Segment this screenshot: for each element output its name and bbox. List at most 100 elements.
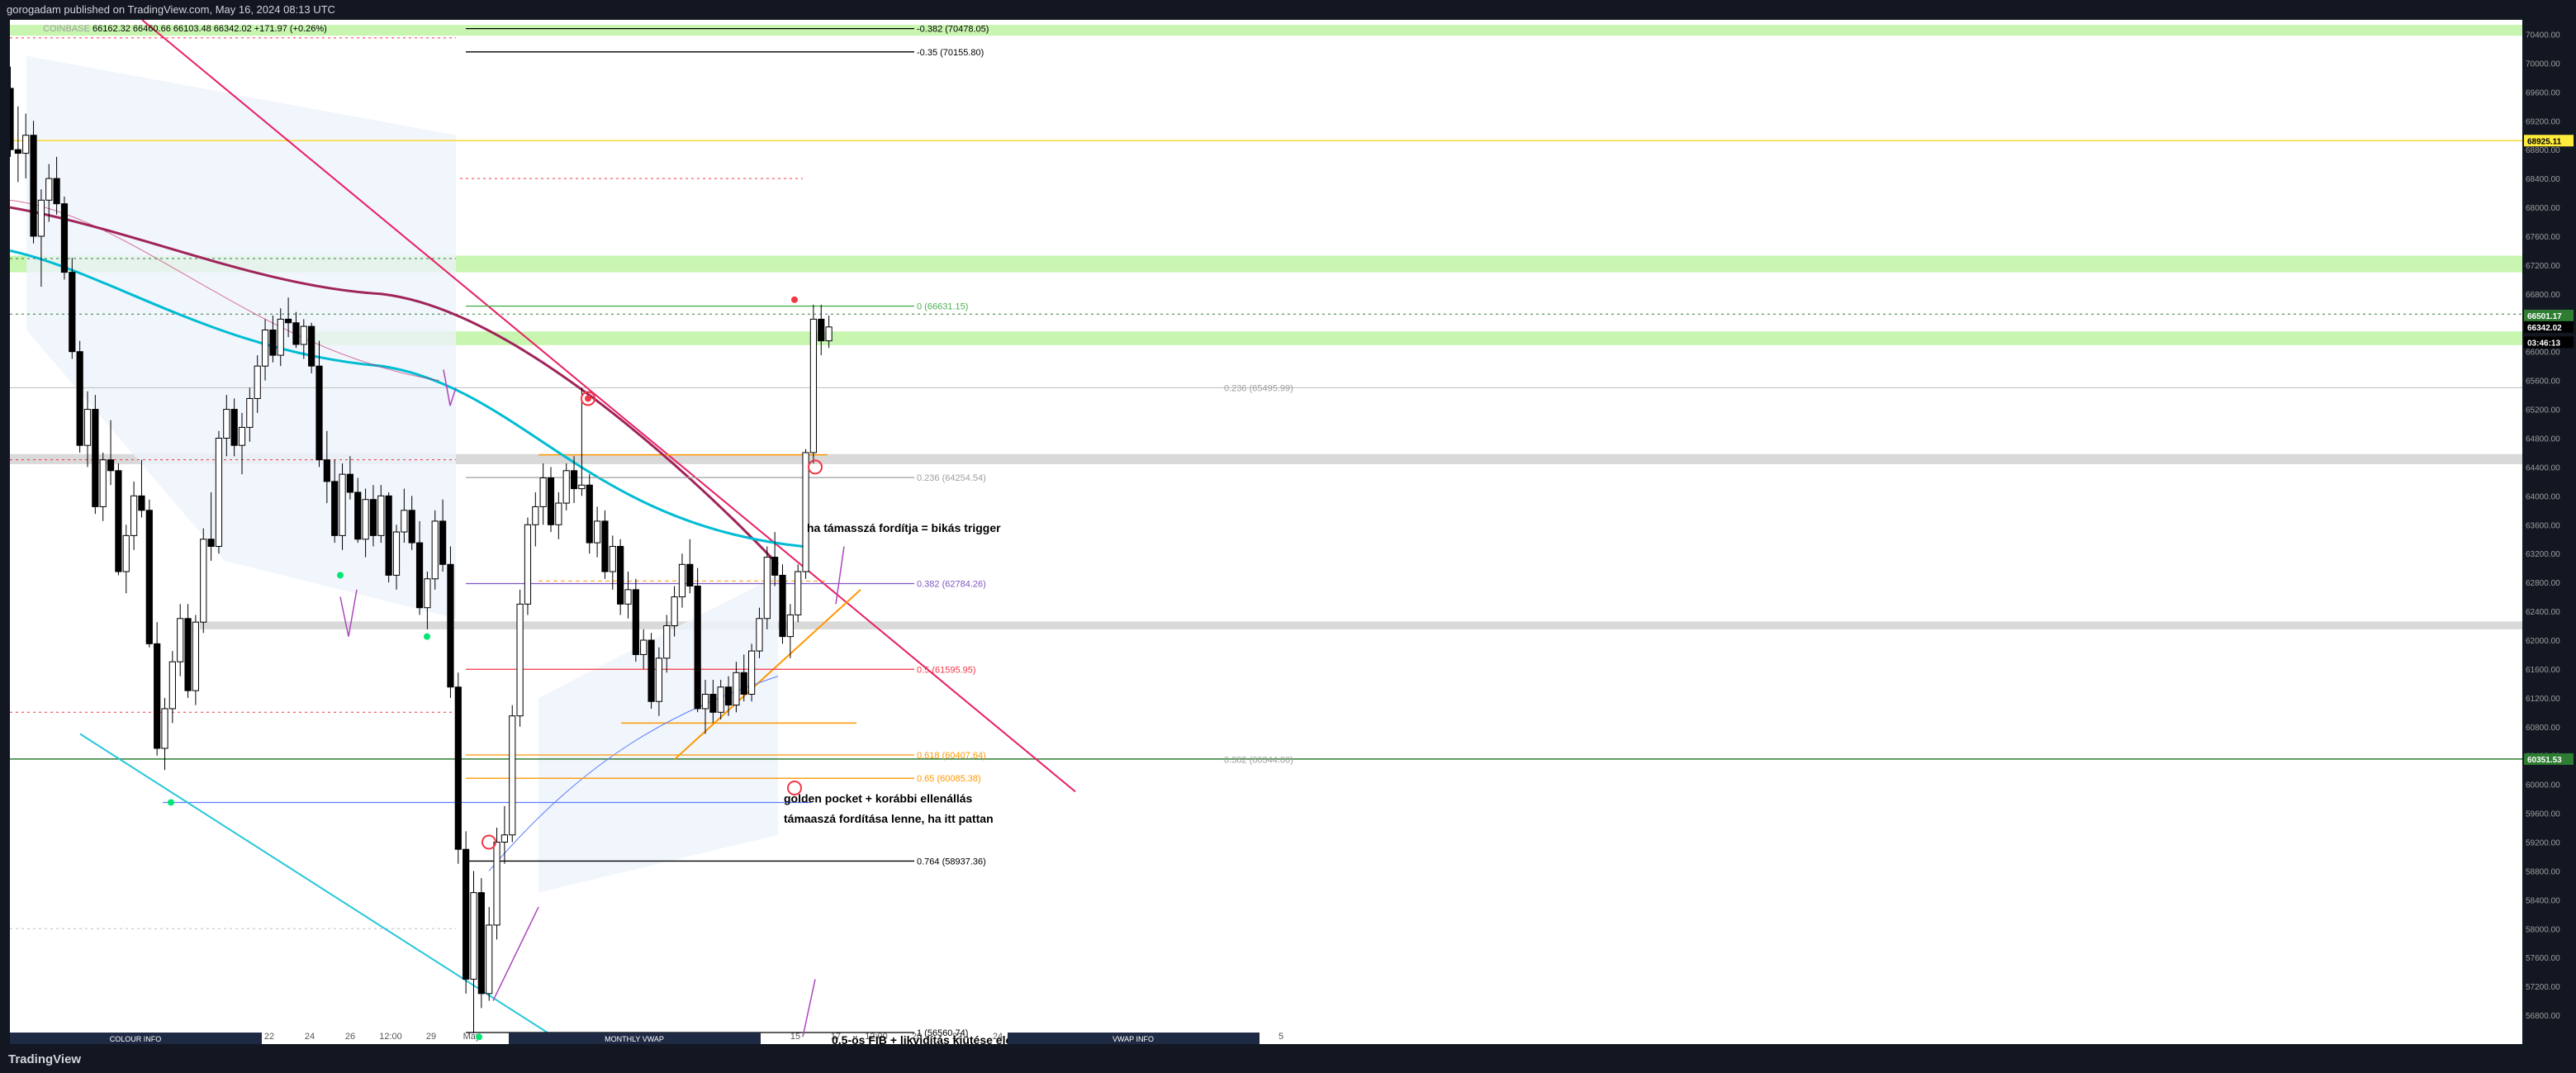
footer-bar: TradingView	[0, 1044, 2576, 1073]
candle-body-55	[431, 520, 439, 580]
tradingview-app: { "header": { "publisher_line": "gorogad…	[0, 0, 2576, 1073]
candle-body-27	[215, 437, 223, 547]
candle-body-44	[346, 473, 353, 493]
candle-body-13	[107, 459, 115, 472]
y-tick-3: 58000.00	[2526, 925, 2560, 934]
fib-label-7: 0.65 (60085.38)	[917, 774, 981, 784]
candle-body-72	[562, 470, 570, 504]
candle-body-73	[570, 470, 578, 490]
y-tick-33: 70000.00	[2526, 59, 2560, 69]
y-tick-31: 69200.00	[2526, 117, 2560, 126]
candle-body-91	[709, 693, 717, 713]
y-tick-30: 68800.00	[2526, 146, 2560, 155]
y-tick-22: 65600.00	[2526, 377, 2560, 387]
candle-body-0	[7, 88, 14, 150]
y-tick-17: 63600.00	[2526, 521, 2560, 530]
candle-body-39	[308, 325, 315, 367]
candle-body-81	[632, 589, 639, 655]
candle-body-10	[83, 409, 92, 446]
y-tick-13: 62000.00	[2526, 637, 2560, 646]
candle-body-24	[192, 621, 200, 691]
y-tick-5: 58800.00	[2526, 867, 2560, 876]
candle-body-61	[477, 892, 485, 995]
candle-body-79	[617, 545, 624, 605]
candle-body-56	[439, 520, 447, 565]
candle-body-4	[37, 199, 45, 237]
candle-body-89	[694, 585, 701, 710]
candle-body-37	[292, 322, 300, 345]
right-fib-label-1: 0.382 (60344.00)	[1224, 756, 1293, 766]
candle-body-16	[130, 495, 138, 536]
candle-body-34	[269, 329, 277, 356]
candle-body-12	[99, 459, 107, 507]
candle-body-95	[740, 672, 747, 695]
candle-body-47	[369, 499, 377, 536]
price-axis[interactable]: 56800.00 57200.00 57600.00 58000.00 58400.00…	[2522, 20, 2576, 1044]
candle-body-60	[470, 892, 477, 980]
candle-body-69	[539, 477, 547, 507]
candle-body-90	[701, 693, 709, 710]
candle-body-84	[655, 658, 662, 702]
candle-body-92	[717, 686, 724, 713]
candle-body-7	[60, 203, 69, 273]
candle-body-104	[809, 318, 817, 453]
candle-body-22	[177, 618, 184, 662]
x-tick-8: 26	[345, 1032, 355, 1042]
green-dot-2	[168, 799, 174, 806]
y-tick-8: 60000.00	[2526, 781, 2560, 791]
y-tick-7: 59600.00	[2526, 810, 2560, 819]
zone-top-green	[10, 25, 2522, 36]
candle-body-64	[500, 834, 508, 843]
tradingview-logo[interactable]: TradingView	[8, 1052, 81, 1066]
candle-body-93	[724, 686, 733, 706]
left-strip	[0, 20, 10, 1044]
candle-body-8	[69, 272, 76, 353]
candle-body-74	[578, 484, 586, 490]
publisher-text: gorogadam published on TradingView.com, …	[7, 3, 335, 16]
purple-arrow-1	[339, 589, 358, 637]
x-tick-7: 24	[305, 1032, 315, 1042]
candle-body-97	[756, 618, 763, 652]
candle-body-1	[14, 149, 21, 154]
candle-body-29	[230, 409, 238, 446]
candle-body-41	[323, 459, 330, 482]
candle-body-101	[786, 614, 794, 638]
y-tick-27: 67600.00	[2526, 233, 2560, 242]
candle-body-49	[385, 495, 392, 576]
x-tick-9: 12:00	[379, 1032, 402, 1042]
y-tick-11: 61200.00	[2526, 695, 2560, 704]
price-tag-0: 68925.11	[2527, 137, 2562, 146]
candle-body-5	[45, 178, 53, 201]
y-tick-6: 59200.00	[2526, 838, 2560, 847]
candle-body-83	[648, 639, 655, 702]
zone-gray-lower	[200, 621, 2522, 629]
candle-body-67	[524, 524, 532, 605]
candle-body-62	[486, 924, 493, 995]
y-tick-32: 69600.00	[2526, 88, 2560, 97]
y-tick-14: 62400.00	[2526, 608, 2560, 617]
candle-body-57	[447, 563, 454, 688]
candle-body-31	[246, 397, 254, 428]
candle-body-23	[184, 618, 192, 691]
candle-body-54	[424, 578, 431, 609]
chart-pane[interactable]: 1212:0015171912:0022242612:0029May312:00…	[7, 19, 2522, 1060]
candle-body-36	[285, 318, 292, 324]
candle-body-98	[763, 557, 771, 620]
candle-body-96	[748, 650, 756, 695]
candle-body-26	[207, 539, 215, 547]
candle-body-53	[415, 542, 424, 609]
chart-svg[interactable]: 1212:0015171912:0022242612:0029May312:00…	[7, 19, 2522, 1060]
x-tick-6: 22	[264, 1032, 274, 1042]
marker-dot-1	[585, 395, 591, 402]
candle-body-9	[76, 351, 83, 446]
candle-body-52	[408, 510, 415, 544]
info-box-label-1: MONTHLY VWAP	[605, 1035, 664, 1043]
y-tick-2: 57600.00	[2526, 954, 2560, 963]
x-tick-19: 15	[790, 1032, 800, 1042]
y-tick-28: 68000.00	[2526, 204, 2560, 213]
candle-body-100	[779, 574, 786, 638]
candle-body-88	[686, 563, 694, 586]
candle-body-75	[586, 484, 593, 544]
candle-body-68	[532, 506, 539, 525]
y-tick-4: 58400.00	[2526, 896, 2560, 905]
